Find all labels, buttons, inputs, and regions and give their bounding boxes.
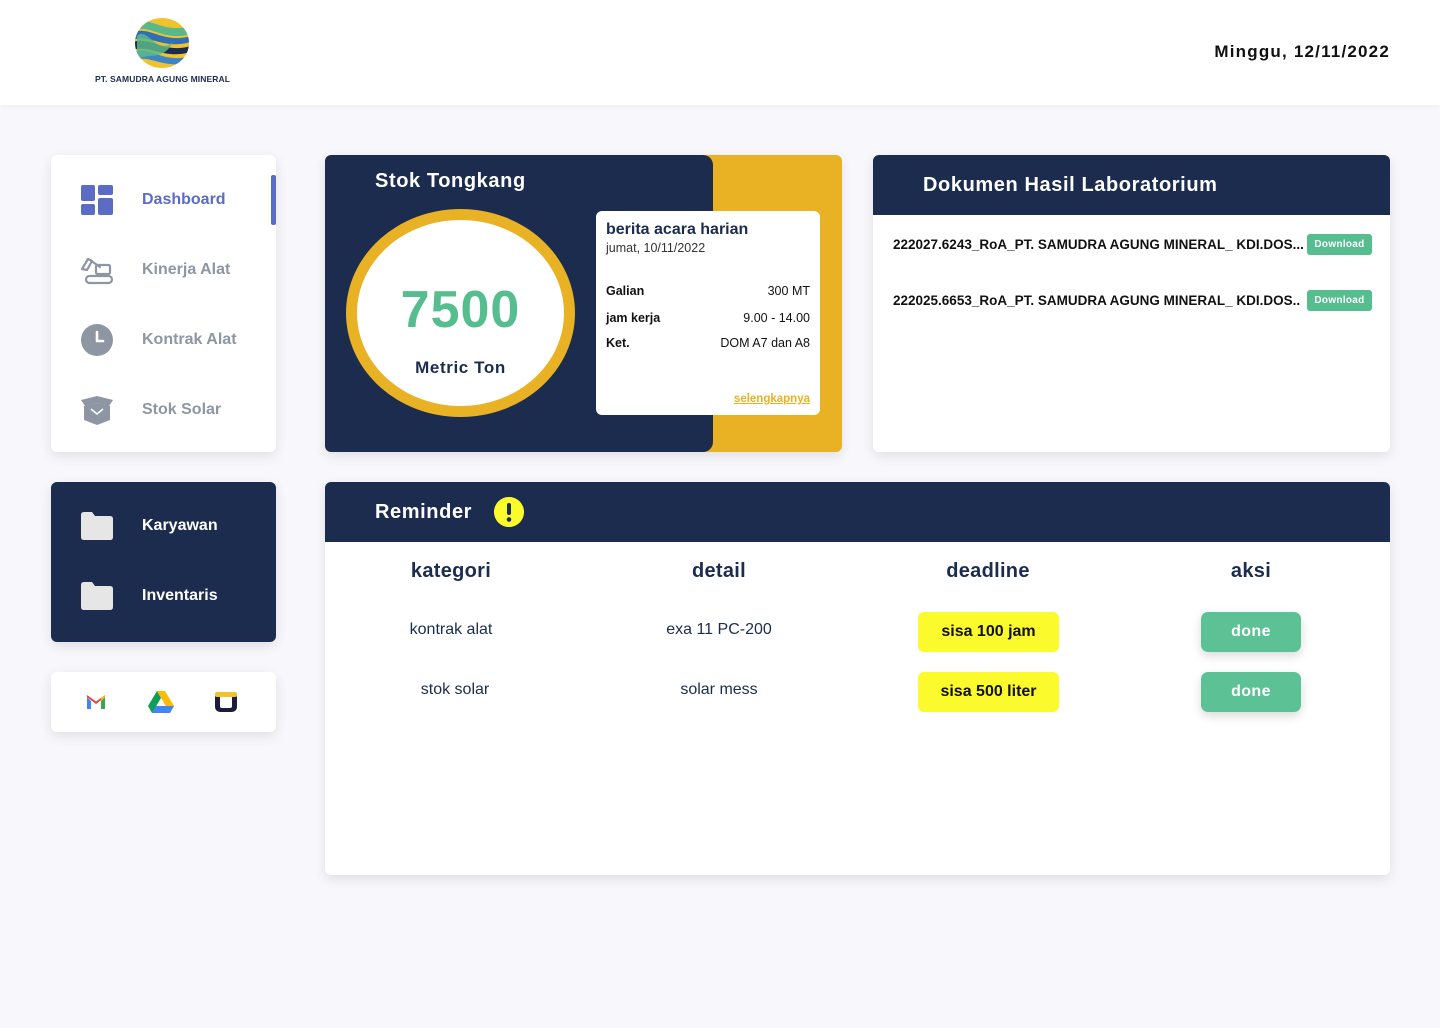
sidebar-item-stok-solar[interactable]: Stok Solar [51,385,276,435]
column-header-aksi: aksi [1230,560,1272,582]
stok-title: Stok Tongkang [375,170,526,192]
sidebar-folders: Karyawan Inventaris [51,482,276,642]
folder-icon [79,509,115,543]
document-row: 222025.6653_RoA_PT. SAMUDRA AGUNG MINERA… [893,290,1372,314]
stok-gauge: 7500 Metric Ton [346,209,575,417]
reminder-card: Reminder kategori detail deadline aksi k… [325,482,1390,875]
berita-acara-panel: berita acara harian jumat, 10/11/2022 Ga… [596,211,820,415]
dashboard-grid-icon [79,183,115,217]
folder-icon [79,579,115,613]
berita-row-key: jam kerja [606,311,661,325]
berita-row-value: DOM A7 dan A8 [720,336,810,350]
berita-row-key: Ket. [606,336,630,350]
box-icon [79,393,115,427]
reminder-detail: exa 11 PC-200 [666,621,772,638]
company-logo-mark [135,18,189,68]
stok-tongkang-card: Stok Tongkang 7500 Metric Ton berita aca… [325,155,842,452]
warning-icon [494,497,524,527]
download-button[interactable]: Download [1307,290,1372,311]
sidebar-item-label: Stok Solar [142,401,222,418]
sidebar-item-label: Kinerja Alat [142,261,231,278]
selengkapnya-link[interactable]: selengkapnya [734,393,810,405]
sidebar-item-inventaris[interactable]: Inventaris [51,571,276,621]
sidebar-main-nav: Dashboard Kinerja Alat Kontrak Alat Stok… [51,155,276,452]
company-logo[interactable]: PT. SAMUDRA AGUNG MINERAL [95,16,245,88]
reminder-kategori: kontrak alat [409,621,493,638]
sidebar-item-label: Kontrak Alat [142,331,237,348]
reminder-header: Reminder [325,482,1390,542]
top-header: PT. SAMUDRA AGUNG MINERAL Minggu, 12/11/… [0,0,1440,105]
sidebar-item-kinerja-alat[interactable]: Kinerja Alat [51,245,276,295]
excavator-icon [79,253,115,287]
company-name: PT. SAMUDRA AGUNG MINERAL [95,74,231,84]
sidebar-item-label: Dashboard [142,191,226,208]
berita-row-key: Galian [606,284,645,298]
document-row: 222027.6243_RoA_PT. SAMUDRA AGUNG MINERA… [893,234,1372,258]
reminder-kategori: stok solar [420,681,490,698]
dokumen-header: Dokumen Hasil Laboratorium [873,155,1390,215]
berita-row-value: 9.00 - 14.00 [743,311,810,325]
dokumen-lab-card: Dokumen Hasil Laboratorium 222027.6243_R… [873,155,1390,452]
stok-unit: Metric Ton [415,358,506,377]
sidebar-item-kontrak-alat[interactable]: Kontrak Alat [51,315,276,365]
current-date: Minggu, 12/11/2022 [1214,42,1390,61]
document-filename[interactable]: 222025.6653_RoA_PT. SAMUDRA AGUNG MINERA… [893,293,1300,308]
app-shortcuts [51,672,276,732]
berita-row: jam kerja 9.00 - 14.00 [606,311,810,325]
sidebar-item-label: Inventaris [142,587,218,604]
berita-row: Galian 300 MT [606,284,810,298]
square-app-icon[interactable] [213,690,239,714]
reminder-detail: solar mess [680,681,758,698]
stok-value: 7500 [400,281,521,339]
gmail-icon[interactable] [83,690,109,714]
column-header-deadline: deadline [946,560,1030,582]
berita-row-value: 300 MT [767,284,810,298]
dokumen-title: Dokumen Hasil Laboratorium [923,174,1218,196]
document-filename[interactable]: 222027.6243_RoA_PT. SAMUDRA AGUNG MINERA… [893,237,1304,252]
column-header-detail: detail [691,560,747,582]
done-button[interactable]: done [1201,612,1301,652]
sidebar-item-dashboard[interactable]: Dashboard [51,175,276,225]
reminder-title: Reminder [375,501,473,523]
done-button[interactable]: done [1201,672,1301,712]
download-button[interactable]: Download [1307,234,1372,255]
sidebar-item-karyawan[interactable]: Karyawan [51,501,276,551]
berita-title: berita acara harian [606,221,749,238]
berita-row: Ket. DOM A7 dan A8 [606,336,810,350]
berita-date: jumat, 10/11/2022 [606,241,706,255]
column-header-kategori: kategori [410,560,492,582]
deadline-badge: sisa 100 jam [918,612,1059,652]
sidebar-item-label: Karyawan [142,517,218,534]
clock-icon [79,323,115,357]
deadline-badge: sisa 500 liter [918,672,1059,712]
google-drive-icon[interactable] [148,690,174,714]
